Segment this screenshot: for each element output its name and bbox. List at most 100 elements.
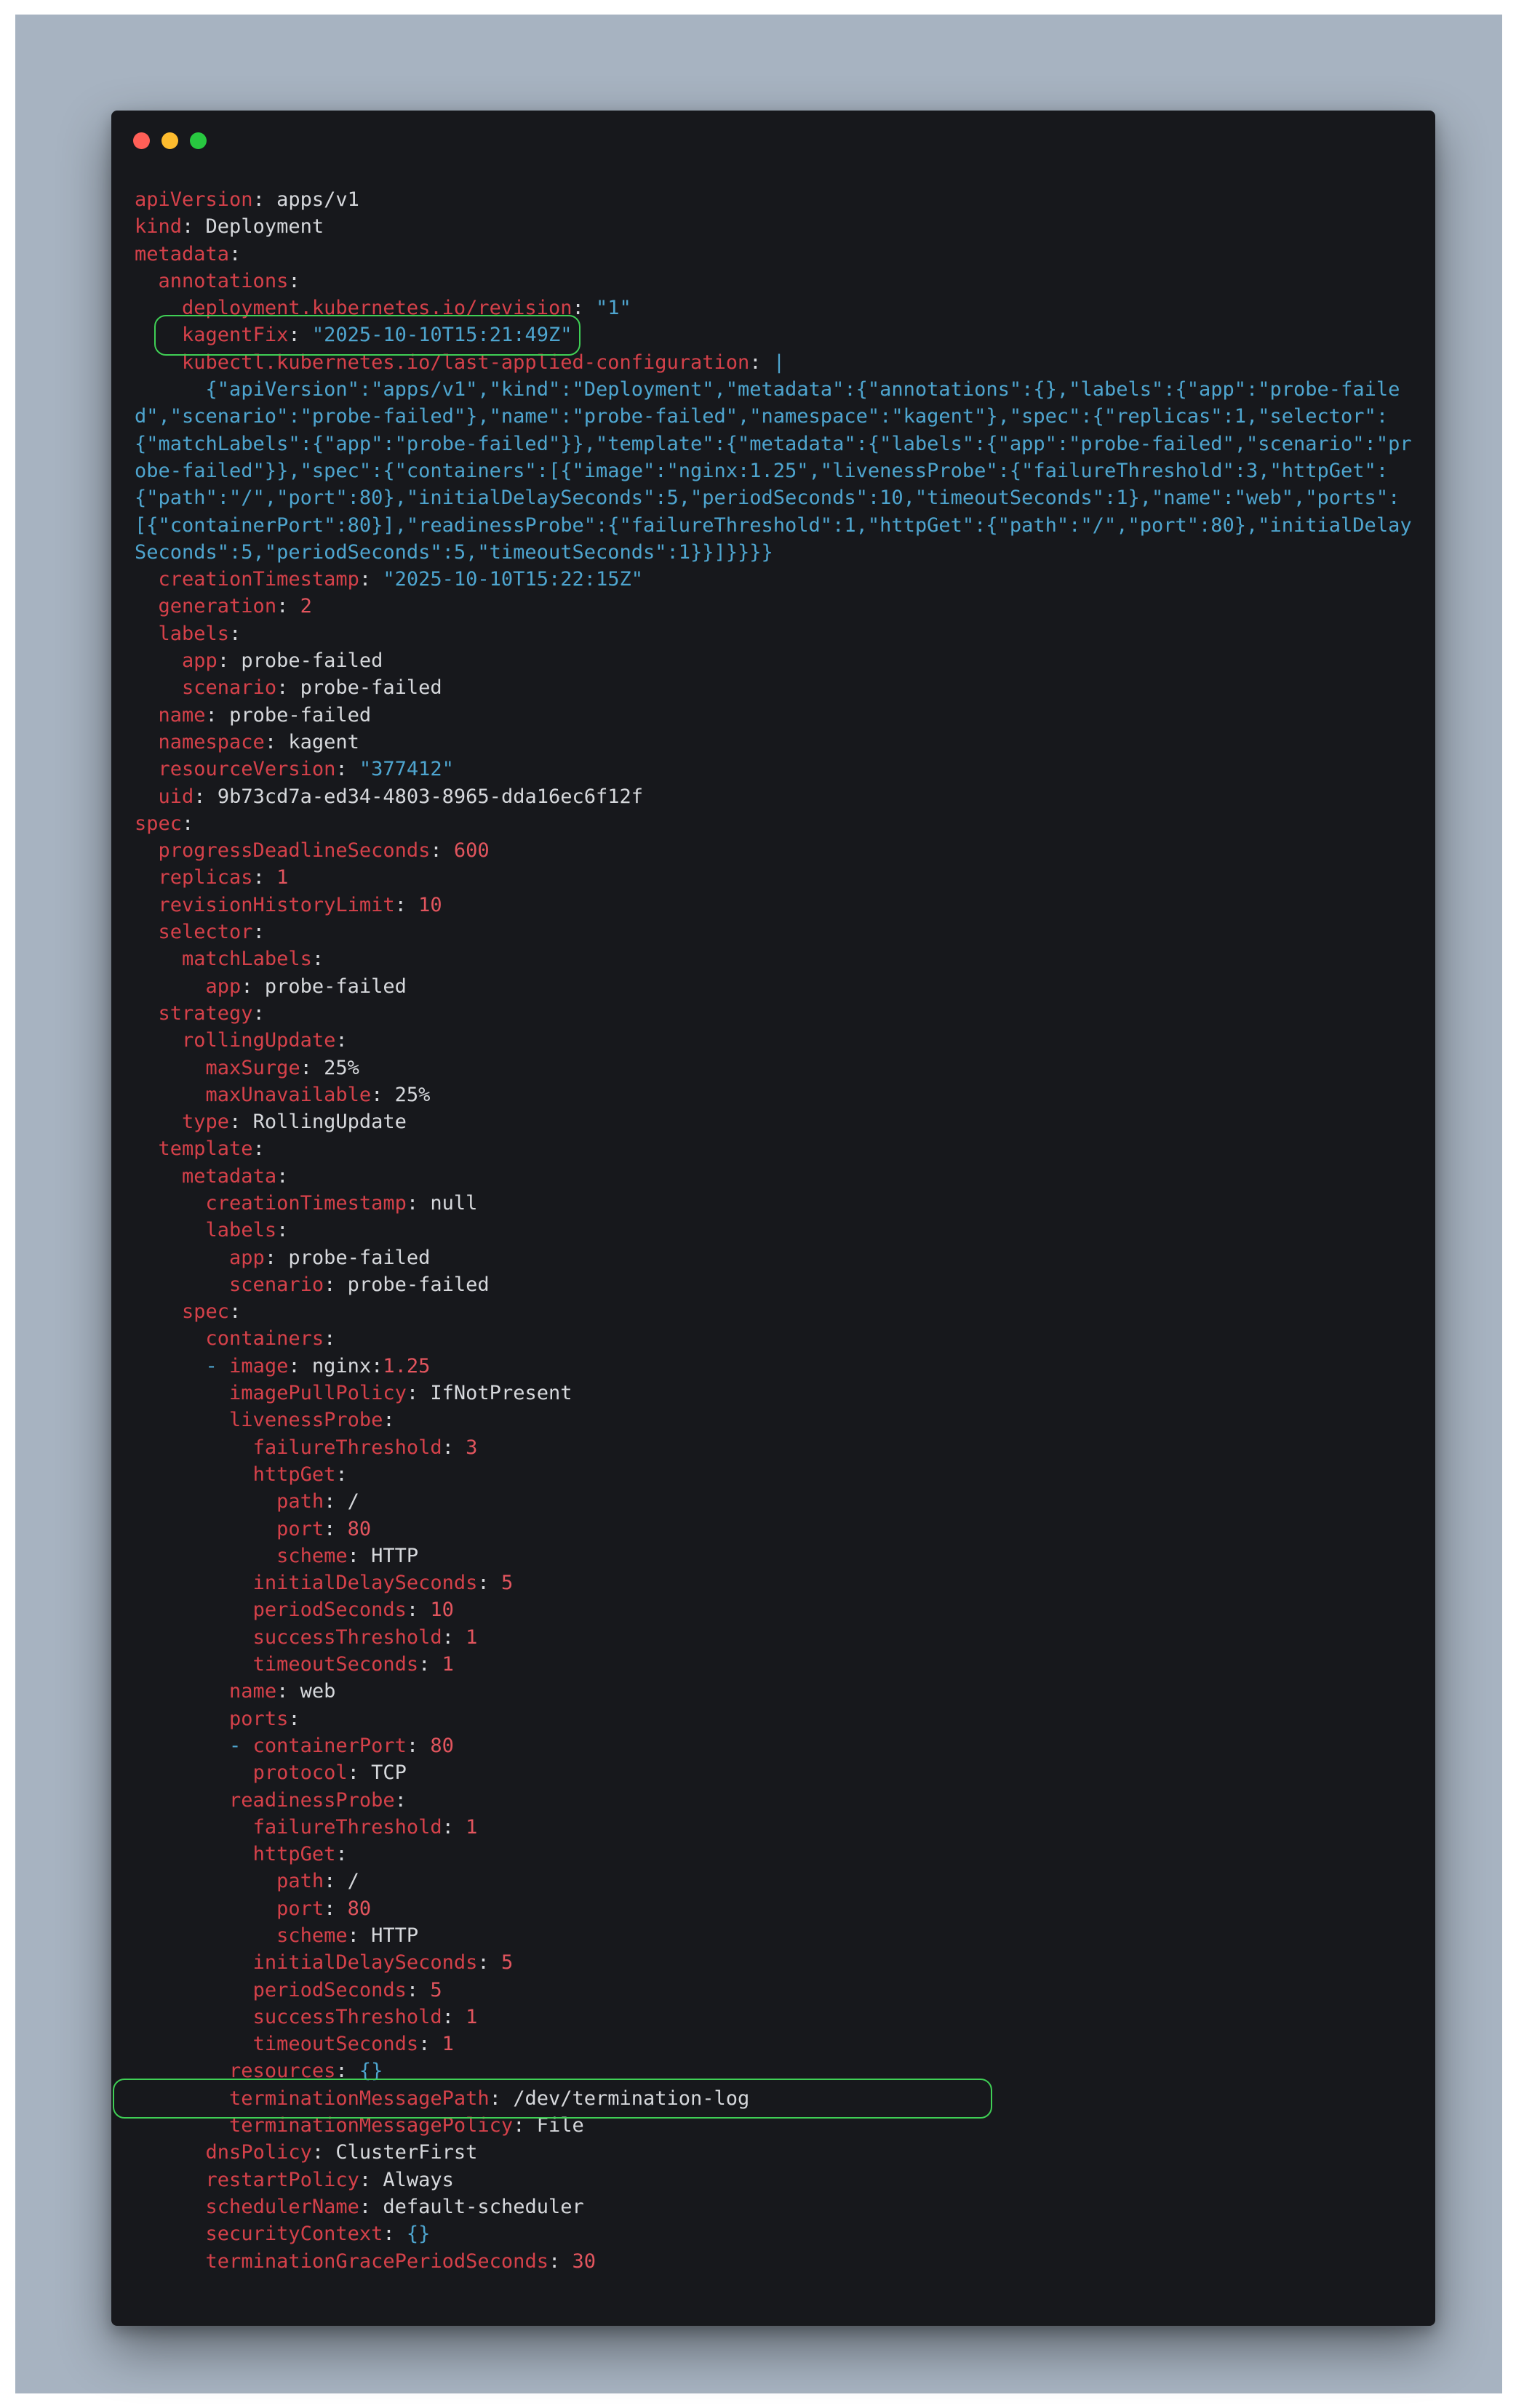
code-window: apiVersion: apps/v1 kind: Deployment metad…: [111, 111, 1435, 2326]
punctuation: [135, 1545, 276, 1567]
code-line: containers:: [135, 1325, 1422, 1352]
yaml-value: kagent: [288, 730, 359, 753]
yaml-value: File: [536, 2114, 584, 2137]
yaml-number: 30: [572, 2249, 596, 2273]
yaml-key: kagentFix: [182, 324, 289, 347]
yaml-key: spec: [135, 812, 183, 835]
code-line: spec:: [135, 1298, 1422, 1325]
yaml-value: probe-failed: [347, 1273, 490, 1296]
punctuation: [135, 1735, 229, 1757]
punctuation: [135, 1192, 206, 1215]
punctuation: :: [311, 948, 324, 971]
punctuation: :: [229, 622, 242, 645]
code-line: port: 80: [135, 1895, 1422, 1922]
yaml-key: scenario: [229, 1273, 324, 1296]
punctuation: [135, 270, 159, 292]
code-line: apiVersion: apps/v1: [135, 186, 1422, 213]
yaml-value: probe-failed: [241, 649, 383, 673]
code-line: maxSurge: 25%: [135, 1055, 1422, 1081]
yaml-key: labels: [158, 622, 230, 645]
yaml-string: {}: [406, 2223, 431, 2246]
code-line: terminationMessagePolicy: File: [135, 2112, 1422, 2139]
yaml-number: 1: [466, 2005, 478, 2028]
yaml-number: 1: [442, 2033, 454, 2056]
yaml-key: creationTimestamp: [158, 568, 359, 591]
yaml-string: "377412": [359, 758, 454, 781]
punctuation: :: [182, 215, 206, 239]
code-line: progressDeadlineSeconds: 600: [135, 837, 1422, 864]
yaml-string: |: [773, 351, 786, 374]
code-line: path: /: [135, 1488, 1422, 1515]
punctuation: [135, 1843, 253, 1865]
punctuation: [135, 1436, 253, 1459]
punctuation: :: [406, 1978, 431, 2001]
punctuation: :: [347, 1924, 372, 1947]
yaml-key: rollingUpdate: [182, 1029, 336, 1052]
code-line: livenessProbe:: [135, 1407, 1422, 1433]
punctuation: [135, 1951, 253, 1974]
punctuation: :: [430, 839, 454, 863]
code-line: template:: [135, 1135, 1422, 1162]
yaml-value: /dev/termination-log: [513, 2087, 750, 2110]
yaml-key: terminationMessagePath: [229, 2087, 490, 2110]
yaml-key: metadata: [135, 242, 230, 265]
list-dash: -: [205, 1354, 230, 1377]
yaml-number: 1: [466, 1625, 478, 1649]
punctuation: :: [324, 1897, 348, 1920]
punctuation: :: [347, 1761, 372, 1785]
code-line: namespace: kagent: [135, 729, 1422, 756]
code-line: initialDelaySeconds: 5: [135, 1569, 1422, 1596]
yaml-key: terminationGracePeriodSeconds: [205, 2249, 548, 2273]
code-line: generation: 2: [135, 593, 1422, 620]
yaml-key: generation: [158, 595, 277, 618]
page-backdrop: apiVersion: apps/v1 kind: Deployment metad…: [15, 15, 1502, 2393]
yaml-number: 1: [442, 1653, 454, 1676]
yaml-key: httpGet: [252, 1463, 336, 1486]
code-line: dnsPolicy: ClusterFirst: [135, 2139, 1422, 2166]
yaml-key: port: [276, 1517, 324, 1540]
yaml-key: resourceVersion: [158, 758, 336, 781]
code-line: securityContext: {}: [135, 2220, 1422, 2247]
code-line: - containerPort: 80: [135, 1732, 1422, 1759]
punctuation: :: [359, 568, 383, 591]
code-line: timeoutSeconds: 1: [135, 2031, 1422, 2057]
yaml-value: probe-failed: [264, 975, 407, 998]
punctuation: :: [241, 975, 265, 998]
punctuation: [135, 2223, 206, 2245]
yaml-number: 10: [418, 893, 442, 916]
punctuation: :: [252, 866, 277, 889]
yaml-key: maxUnavailable: [205, 1083, 372, 1106]
punctuation: [135, 1409, 229, 1431]
yaml-string: "2025-10-10T15:22:15Z": [383, 568, 643, 591]
yaml-key: protocol: [252, 1761, 348, 1785]
code-line: terminationGracePeriodSeconds: 30: [135, 2248, 1422, 2275]
yaml-string: "1": [595, 297, 631, 320]
code-line: metadata:: [135, 1163, 1422, 1190]
punctuation: [135, 568, 159, 591]
punctuation: [135, 1355, 206, 1377]
yaml-key: annotations: [158, 269, 289, 292]
punctuation: [135, 351, 182, 374]
punctuation: :: [276, 1219, 289, 1242]
yaml-key: resources: [229, 2060, 336, 2083]
yaml-key: template: [158, 1137, 253, 1161]
punctuation: [135, 839, 159, 862]
yaml-number: 600: [453, 839, 490, 863]
minimize-icon[interactable]: [161, 132, 178, 149]
punctuation: [135, 1789, 229, 1812]
punctuation: :: [335, 1029, 348, 1052]
punctuation: [135, 2033, 253, 2055]
punctuation: :: [477, 1572, 501, 1595]
zoom-icon[interactable]: [190, 132, 207, 149]
code-line: app: probe-failed: [135, 973, 1422, 1000]
yaml-value: HTTP: [371, 1924, 419, 1947]
yaml-value: IfNotPresent: [430, 1382, 573, 1405]
yaml-value: TCP: [371, 1761, 407, 1785]
yaml-key: kind: [135, 215, 183, 239]
punctuation: [135, 649, 182, 672]
yaml-number: 80: [347, 1897, 372, 1920]
code-line: failureThreshold: 1: [135, 1814, 1422, 1841]
code-line: metadata:: [135, 241, 1422, 268]
close-icon[interactable]: [133, 132, 150, 149]
code-line: scenario: probe-failed: [135, 1271, 1422, 1298]
